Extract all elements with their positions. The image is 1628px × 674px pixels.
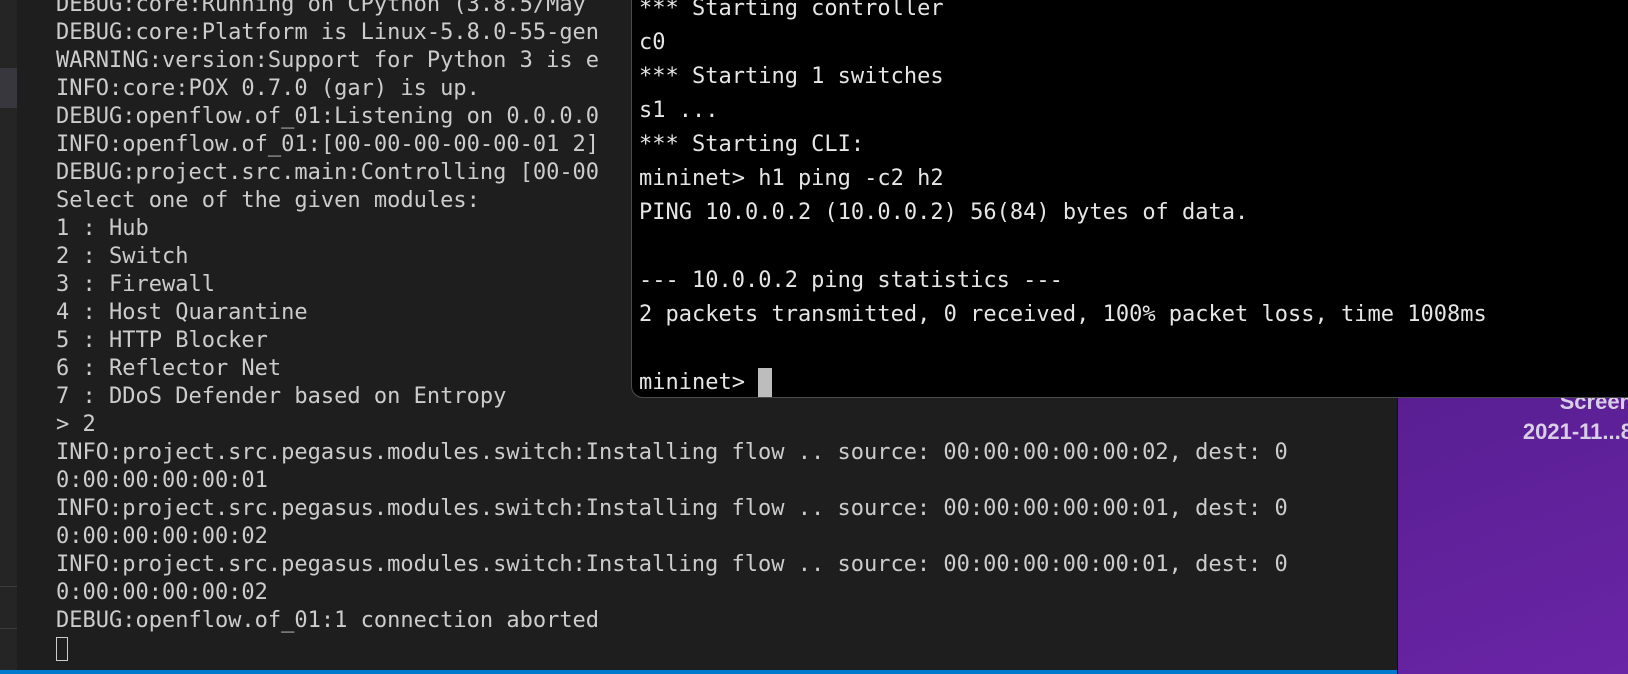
terminal-cursor — [56, 637, 68, 661]
mininet-line: *** Starting controller — [639, 0, 944, 21]
mininet-terminal-window[interactable]: *** Starting controller c0 *** Starting 1 … — [631, 0, 1628, 398]
mininet-line: c0 — [639, 30, 666, 55]
activity-divider — [0, 586, 17, 587]
activity-item-selected[interactable] — [0, 68, 17, 108]
activity-divider — [0, 628, 17, 629]
terminal-line: INFO:project.src.pegasus.modules.switch:… — [56, 552, 1288, 577]
mininet-line: --- 10.0.0.2 ping statistics --- — [639, 268, 1063, 293]
mininet-line — [639, 332, 1487, 366]
mininet-line: mininet> h1 ping -c2 h2 — [639, 166, 944, 191]
terminal-line: 0:00:00:00:00:02 — [56, 524, 268, 549]
status-bar — [0, 670, 1398, 674]
mininet-line — [639, 230, 1487, 264]
mininet-line: *** Starting CLI: — [639, 132, 865, 157]
terminal-line: DEBUG:openflow.of_01:1 connection aborte… — [56, 608, 600, 633]
mininet-cursor — [758, 368, 773, 397]
terminal-line: INFO:project.src.pegasus.modules.switch:… — [56, 440, 1288, 465]
mininet-line: 2 packets transmitted, 0 received, 100% … — [639, 302, 1487, 327]
terminal-line: 0:00:00:00:00:01 — [56, 468, 268, 493]
terminal-cursor-line — [56, 635, 1288, 663]
terminal-line: 0:00:00:00:00:02 — [56, 580, 268, 605]
terminal-line: > 2 — [56, 412, 96, 437]
terminal-line: INFO:project.src.pegasus.modules.switch:… — [56, 496, 1288, 521]
mininet-output: *** Starting controller c0 *** Starting 1 … — [639, 0, 1487, 397]
desktop-file-date[interactable]: 2021-11...8 — [1523, 419, 1628, 445]
activity-bar — [0, 0, 18, 674]
mininet-line: s1 ... — [639, 98, 719, 123]
mininet-prompt: mininet> — [639, 370, 759, 395]
mininet-prompt-line[interactable]: mininet> — [639, 366, 1487, 397]
mininet-line: PING 10.0.0.2 (10.0.0.2) 56(84) bytes of… — [639, 200, 1249, 225]
mininet-line: *** Starting 1 switches — [639, 64, 944, 89]
